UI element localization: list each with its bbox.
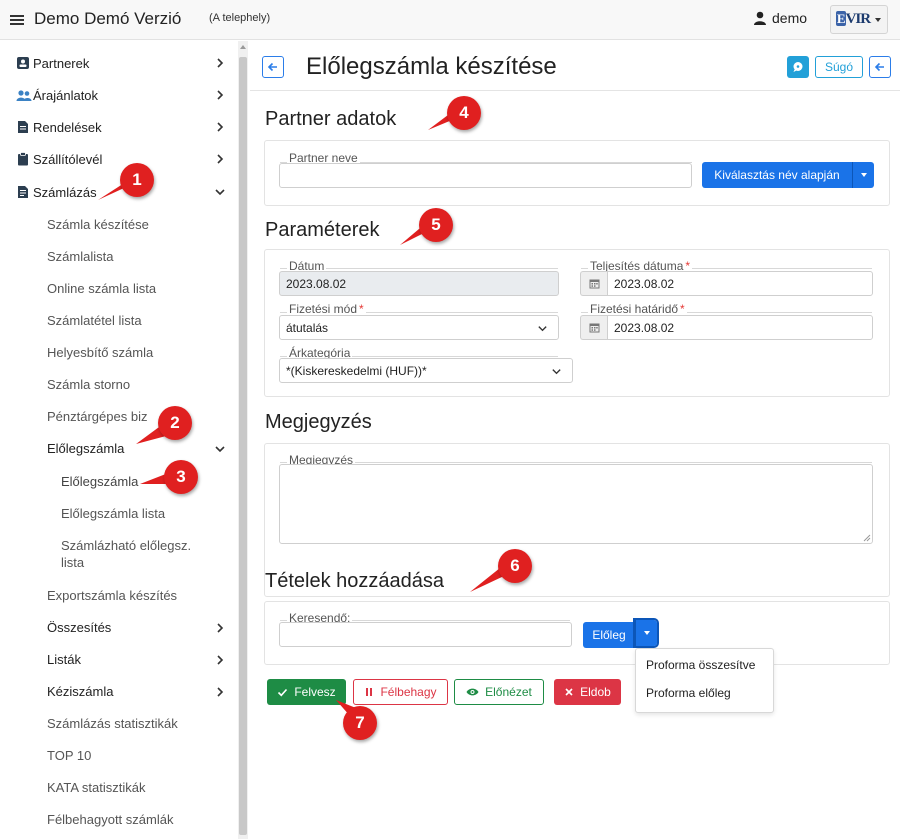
callout-marker-2: 2 bbox=[158, 406, 192, 440]
callout-marker-3: 3 bbox=[164, 460, 198, 494]
callout-pointers bbox=[98, 106, 510, 716]
callout-marker-7: 7 bbox=[343, 706, 377, 740]
callout-marker-4: 4 bbox=[447, 96, 481, 130]
callout-marker-1: 1 bbox=[120, 163, 154, 197]
callout-marker-5: 5 bbox=[419, 208, 453, 242]
callout-marker-6: 6 bbox=[498, 549, 532, 583]
